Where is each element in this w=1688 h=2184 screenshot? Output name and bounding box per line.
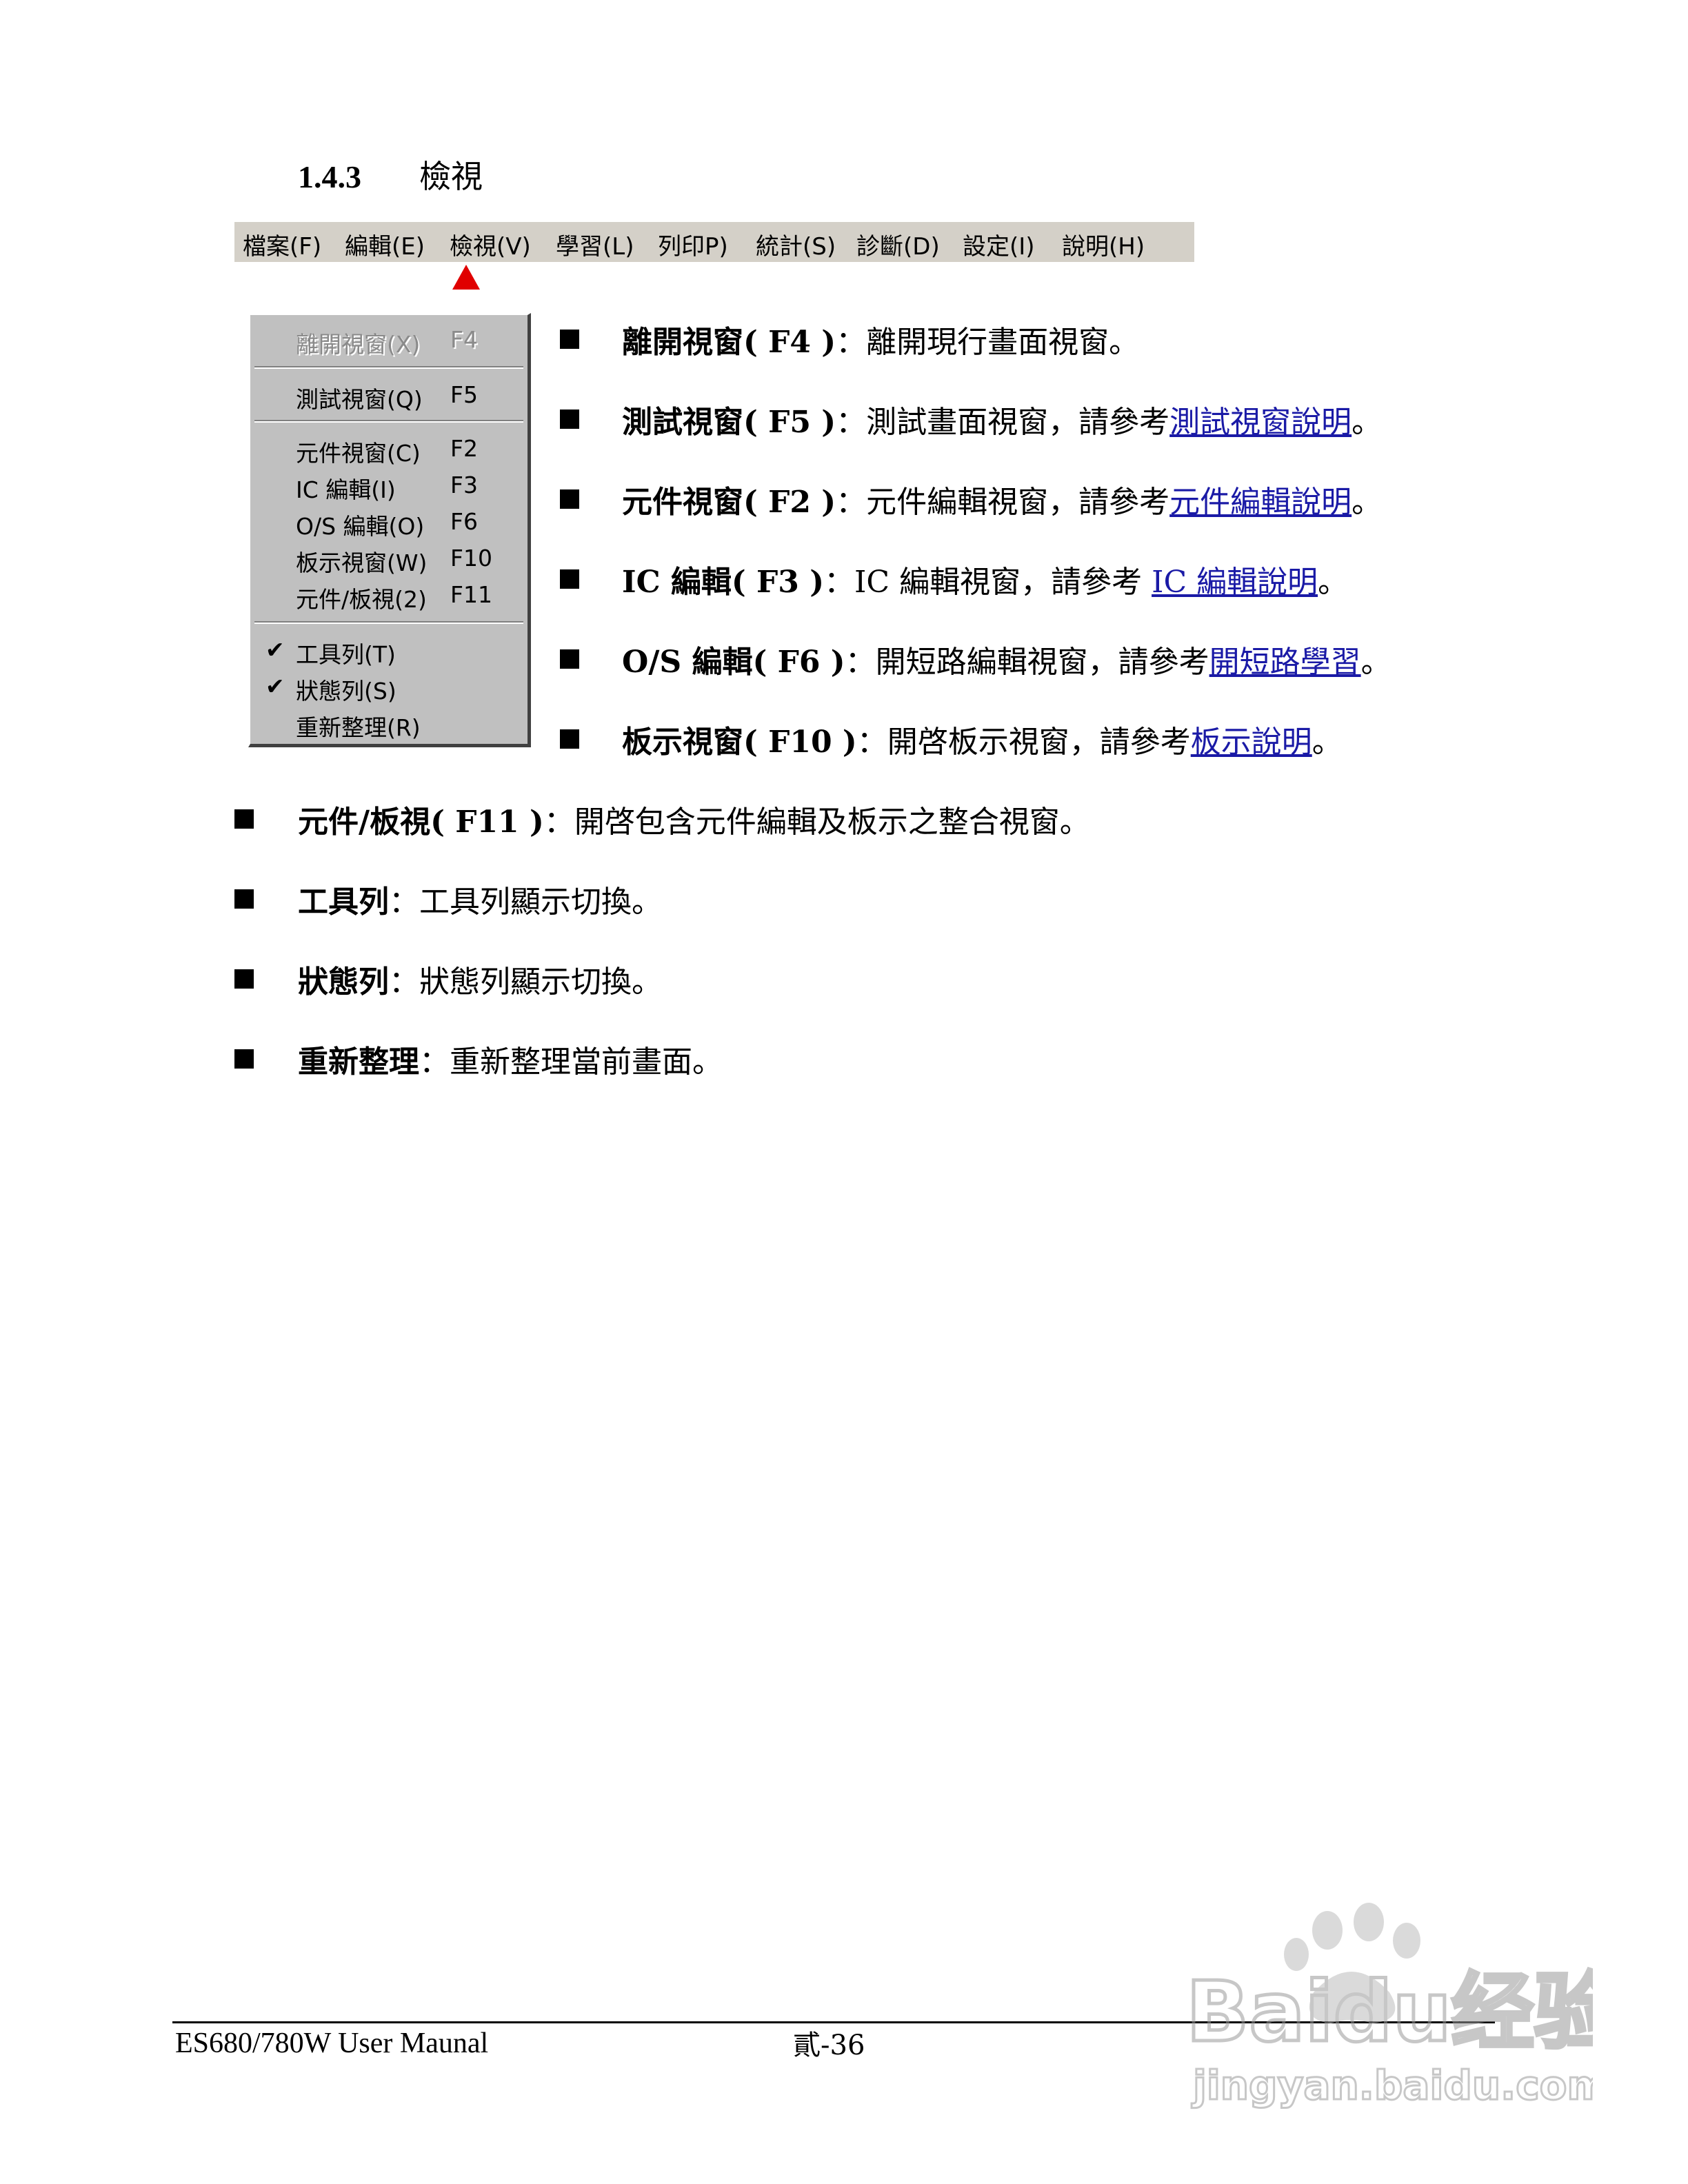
bullet-icon [234, 809, 254, 829]
link-test-window-help[interactable]: 測試視窗說明 [1169, 405, 1352, 440]
link-board-help[interactable]: 板示說明 [1191, 725, 1312, 760]
menu-help[interactable]: 說明(H) [1062, 228, 1145, 261]
checkmark-icon: ✔ [265, 636, 285, 663]
checkmark-icon: ✔ [265, 673, 285, 700]
view-dropdown-menu: 離開視窗(X) F4 測試視窗(Q) F5 元件視窗(C) F2 IC 編輯(I… [248, 313, 531, 747]
description-os-edit: O/S 編輯( F6 )：開短路編輯視窗，請參考開短路學習。 [622, 645, 1391, 680]
bullet-icon [560, 489, 579, 509]
description-refresh: 重新整理：重新整理當前畫面。 [298, 1044, 723, 1080]
menu-edit[interactable]: 編輯(E) [345, 228, 425, 261]
section-title: 檢視 [419, 158, 483, 195]
menu-settings[interactable]: 設定(I) [963, 228, 1035, 261]
menu-item-os-edit[interactable]: O/S 編輯(O) F6 [250, 505, 528, 540]
section-number: 1.4.3 [298, 159, 361, 194]
menu-learn[interactable]: 學習(L) [556, 228, 634, 261]
menu-item-label: 工具列(T) [296, 641, 396, 668]
bullet-icon [234, 889, 254, 909]
menu-file[interactable]: 檔案(F) [243, 228, 321, 261]
description-component-window: 元件視窗( F2 )：元件編輯視窗，請參考元件編輯說明。 [622, 485, 1383, 520]
pointer-arrow-icon [452, 265, 480, 290]
menu-separator [254, 366, 523, 369]
bullet-icon [560, 729, 579, 749]
menu-bar: 檔案(F) 編輯(E) 檢視(V) 學習(L) 列印P) 統計(S) 診斷(D)… [234, 222, 1194, 262]
menu-item-label: 板示視窗(W) [296, 549, 428, 576]
menu-item-label: 測試視窗(Q) [296, 386, 423, 413]
menu-item-exit-window: 離開視窗(X) F4 [250, 323, 528, 358]
bullet-icon [560, 569, 579, 589]
menu-item-board-window[interactable]: 板示視窗(W) F10 [250, 542, 528, 576]
link-component-edit-help[interactable]: 元件編輯說明 [1169, 485, 1352, 520]
menu-diagnose[interactable]: 診斷(D) [856, 228, 940, 261]
menu-separator [254, 621, 523, 624]
link-open-short-learning[interactable]: 開短路學習 [1209, 645, 1361, 680]
watermark-brand: Baidu经验 [1186, 1965, 1593, 2061]
menu-item-label: 重新整理(R) [296, 714, 421, 741]
menu-item-shortcut: F5 [450, 381, 478, 408]
description-test-window: 測試視窗( F5 )：測試畫面視窗，請參考測試視窗說明。 [622, 405, 1383, 440]
menu-item-shortcut: F4 [450, 326, 478, 353]
menu-item-statusbar[interactable]: ✔ 狀態列(S) [250, 670, 528, 705]
menu-item-shortcut: F10 [450, 545, 492, 572]
menu-item-label: 元件/板視(2) [296, 586, 427, 613]
menu-separator [254, 420, 523, 423]
baidu-watermark-logo: Baidu经验 jingyan.baidu.com [1185, 1903, 1593, 2110]
menu-item-label: IC 編輯(I) [296, 476, 396, 503]
menu-item-label: 元件視窗(C) [296, 440, 421, 467]
menu-item-shortcut: F11 [450, 581, 492, 608]
menu-item-component-window[interactable]: 元件視窗(C) F2 [250, 432, 528, 467]
section-heading: 1.4.3 檢視 [298, 152, 483, 197]
description-board-window: 板示視窗( F10 )：開啓板示視窗，請參考板示說明。 [622, 725, 1343, 760]
bullet-icon [560, 330, 579, 349]
menu-item-shortcut: F3 [450, 472, 478, 498]
menu-item-label: O/S 編輯(O) [296, 513, 425, 540]
menu-item-refresh[interactable]: 重新整理(R) [250, 707, 528, 741]
description-exit-window: 離開視窗( F4 )：離開現行畫面視窗。 [622, 325, 1140, 360]
menu-item-component-board-view[interactable]: 元件/板視(2) F11 [250, 578, 528, 613]
link-ic-edit-help[interactable]: IC 編輯說明 [1152, 565, 1318, 600]
menu-statistics[interactable]: 統計(S) [756, 228, 836, 261]
menu-item-toolbar[interactable]: ✔ 工具列(T) [250, 634, 528, 668]
menu-item-label: 離開視窗(X) [296, 331, 421, 358]
bullet-icon [560, 649, 579, 669]
menu-item-shortcut: F2 [450, 435, 478, 462]
bullet-icon [234, 1049, 254, 1069]
description-component-board-view: 元件/板視( F11 )：開啓包含元件編輯及板示之整合視窗。 [298, 805, 1090, 840]
bullet-icon [560, 410, 579, 429]
menu-item-ic-edit[interactable]: IC 編輯(I) F3 [250, 469, 528, 503]
watermark-url: jingyan.baidu.com [1192, 2062, 1593, 2109]
footer-manual-title: ES680/780W User Maunal [175, 2028, 489, 2059]
menu-item-shortcut: F6 [450, 508, 478, 535]
footer-page-number: 貳-36 [793, 2030, 865, 2061]
description-toolbar: 工具列：工具列顯示切換。 [298, 884, 662, 920]
menu-view[interactable]: 檢視(V) [450, 228, 531, 261]
menu-item-label: 狀態列(S) [296, 678, 396, 705]
menu-print[interactable]: 列印P) [658, 228, 728, 261]
description-statusbar: 狀態列：狀態列顯示切換。 [298, 964, 662, 1000]
description-ic-edit: IC 編輯( F3 )：IC 編輯視窗，請參考 IC 編輯說明。 [622, 565, 1349, 600]
bullet-icon [234, 969, 254, 989]
menu-item-test-window[interactable]: 測試視窗(Q) F5 [250, 378, 528, 413]
